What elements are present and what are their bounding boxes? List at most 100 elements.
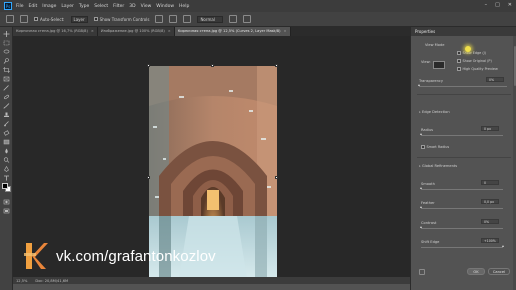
doc-info[interactable]: Doc: 20,8M/41,6M — [35, 279, 68, 283]
menu-bar: Ps File Edit Image Layer Type Select Fil… — [0, 0, 516, 12]
window-controls: – □ ✕ — [485, 2, 512, 8]
transparency-slider[interactable] — [419, 86, 507, 87]
panel-scrollbar-thumb[interactable] — [513, 46, 516, 86]
align-left-icon[interactable] — [155, 15, 164, 23]
clone-stamp-icon[interactable] — [3, 112, 10, 118]
move-icon[interactable] — [3, 31, 10, 37]
crop-icon[interactable] — [3, 67, 10, 73]
blur-icon[interactable] — [3, 148, 10, 154]
pen-icon[interactable] — [3, 166, 10, 172]
cancel-button[interactable]: Cancel — [488, 268, 510, 275]
quick-mask-icon[interactable] — [3, 199, 10, 205]
foreground-color-swatch[interactable] — [2, 183, 8, 189]
watermark-logo — [24, 243, 48, 269]
eyedropper-icon[interactable] — [3, 85, 10, 91]
smooth-field[interactable]: 0 — [481, 180, 499, 185]
smart-radius-checkbox[interactable]: Smart Radius — [421, 145, 449, 149]
menu-type[interactable]: Type — [79, 4, 89, 9]
close-tab-icon[interactable]: × — [168, 27, 171, 36]
menu-3d[interactable]: 3D — [129, 4, 135, 9]
menu-window[interactable]: Window — [156, 4, 174, 9]
layer-select-dropdown[interactable]: Layer — [70, 15, 88, 23]
move-tool-icon[interactable] — [20, 15, 28, 23]
type-icon[interactable] — [3, 175, 10, 181]
eraser-icon[interactable] — [3, 130, 10, 136]
zoom-level[interactable]: 12,5% — [16, 279, 27, 283]
radius-slider[interactable] — [421, 135, 503, 136]
watermark: vk.com/grafantonkozlov — [22, 238, 302, 274]
feather-slider[interactable] — [421, 208, 503, 209]
view-mode-thumbnail[interactable] — [433, 61, 445, 69]
ok-button[interactable]: OK — [467, 268, 485, 275]
3d-mode-icon[interactable] — [243, 15, 252, 23]
contrast-slider[interactable] — [421, 228, 503, 229]
tab-image-100[interactable]: Изображение.jpg @ 100% (RGB/8) × — [97, 27, 175, 36]
transform-handle-ml[interactable] — [147, 176, 150, 179]
transparency-field[interactable]: 0% — [486, 77, 504, 82]
screen-mode-icon[interactable] — [3, 208, 10, 214]
contrast-slider-thumb[interactable] — [419, 226, 422, 228]
brush-icon[interactable] — [3, 103, 10, 109]
dodge-icon[interactable] — [3, 157, 10, 163]
transform-handle-tc[interactable] — [211, 64, 214, 67]
transform-handle-tl[interactable] — [147, 64, 150, 67]
transparency-slider-thumb[interactable] — [417, 84, 420, 86]
feather-slider-thumb[interactable] — [419, 206, 422, 208]
radius-slider-thumb[interactable] — [419, 133, 422, 135]
healing-brush-icon[interactable] — [3, 94, 10, 100]
show-transform-checkbox[interactable]: Show Transform Controls — [93, 17, 149, 22]
distribute-icon[interactable] — [229, 15, 238, 23]
menu-filter[interactable]: Filter — [113, 4, 124, 9]
gradient-icon[interactable] — [3, 139, 10, 145]
menu-edit[interactable]: Edit — [29, 4, 38, 9]
align-right-icon[interactable] — [183, 15, 192, 23]
align-center-icon[interactable] — [169, 15, 178, 23]
show-transform-box[interactable] — [93, 17, 98, 21]
tab-brick-wall-curves[interactable]: Кирпичная стена.jpg @ 12,5% (Curves 2, L… — [174, 27, 291, 36]
edge-detection-section[interactable]: Edge Detection — [419, 110, 450, 114]
marquee-icon[interactable] — [3, 40, 10, 46]
show-edge-box[interactable] — [457, 51, 461, 55]
auto-select-box[interactable] — [34, 17, 38, 21]
tab-properties[interactable]: Properties — [415, 29, 435, 34]
quick-select-icon[interactable] — [3, 58, 10, 64]
show-edge-checkbox[interactable]: Show Edge (J) — [457, 51, 486, 55]
contrast-field[interactable]: 0% — [481, 219, 499, 224]
frame-icon[interactable] — [3, 76, 10, 82]
menu-layer[interactable]: Layer — [61, 4, 74, 9]
lasso-icon[interactable] — [3, 49, 10, 55]
reset-icon[interactable] — [419, 269, 425, 275]
high-quality-checkbox[interactable]: High Quality Preview — [457, 67, 498, 71]
maximize-button[interactable]: □ — [495, 2, 500, 8]
shift-edge-slider[interactable] — [421, 247, 503, 248]
show-original-box[interactable] — [457, 59, 461, 63]
transform-handle-tr[interactable] — [275, 64, 278, 67]
minimize-button[interactable]: – — [485, 2, 488, 8]
high-quality-box[interactable] — [457, 67, 461, 71]
transform-handle-mr[interactable] — [275, 176, 278, 179]
smooth-slider[interactable] — [421, 189, 503, 190]
menu-image[interactable]: Image — [42, 4, 56, 9]
radius-field[interactable]: 0 px — [481, 126, 499, 131]
auto-select-checkbox[interactable]: Auto-Select: — [34, 17, 65, 22]
close-tab-icon[interactable]: × — [91, 27, 94, 36]
smart-radius-box[interactable] — [421, 145, 425, 149]
show-original-checkbox[interactable]: Show Original (P) — [457, 59, 492, 63]
tab-brick-wall-16[interactable]: Кирпичная стена.jpg @ 16,7% (RGB/8) × — [13, 27, 98, 36]
menu-view[interactable]: View — [141, 4, 152, 9]
menu-help[interactable]: Help — [179, 4, 189, 9]
home-icon[interactable] — [6, 15, 14, 23]
global-refinements-section[interactable]: Global Refinements — [419, 164, 457, 168]
close-tab-icon[interactable]: × — [284, 27, 287, 36]
smooth-slider-thumb[interactable] — [419, 187, 422, 189]
feather-field[interactable]: 0,0 px — [481, 199, 499, 204]
menu-select[interactable]: Select — [94, 4, 108, 9]
view-mode-heading: View Mode — [425, 43, 445, 47]
shift-edge-slider-thumb[interactable] — [501, 245, 504, 247]
blend-mode-dropdown[interactable]: Normal — [197, 15, 224, 23]
menu-file[interactable]: File — [16, 4, 24, 9]
close-window-button[interactable]: ✕ — [508, 2, 512, 8]
shift-edge-field[interactable]: +100% — [481, 238, 499, 243]
tab-label: Кирпичная стена.jpg @ 16,7% (RGB/8) — [16, 29, 88, 33]
history-brush-icon[interactable] — [3, 121, 10, 127]
